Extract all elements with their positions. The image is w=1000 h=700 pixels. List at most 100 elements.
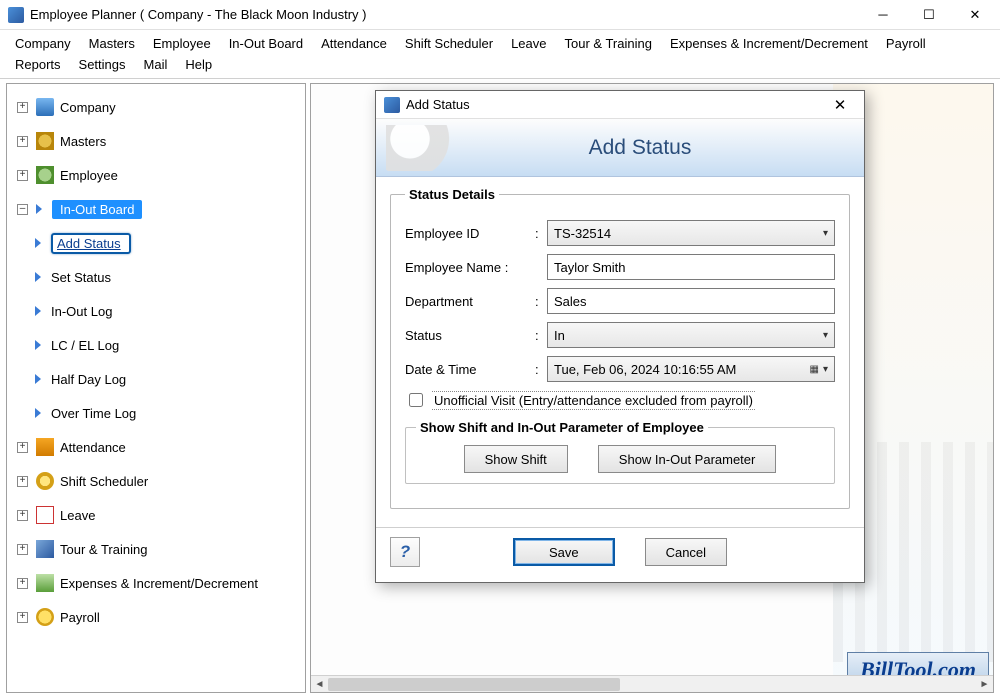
menu-masters[interactable]: Masters bbox=[80, 33, 144, 54]
maximize-button[interactable]: ☐ bbox=[906, 0, 952, 30]
save-button[interactable]: Save bbox=[513, 538, 615, 566]
tree-node-inout-log[interactable]: In-Out Log bbox=[31, 294, 301, 328]
tree-node-lc-el-log[interactable]: LC / EL Log bbox=[31, 328, 301, 362]
tree-node-inout-board[interactable]: – In-Out Board bbox=[13, 192, 301, 226]
navigation-tree: +Company + Masters + Employee – In-Out Boar… bbox=[11, 90, 301, 634]
expand-icon[interactable]: + bbox=[17, 476, 28, 487]
menu-leave[interactable]: Leave bbox=[502, 33, 555, 54]
chevron-down-icon: ▾ bbox=[823, 330, 828, 341]
menu-inout-board[interactable]: In-Out Board bbox=[220, 33, 312, 54]
menu-bar: Company Masters Employee In-Out Board At… bbox=[0, 30, 1000, 79]
status-select[interactable]: In ▾ bbox=[547, 322, 835, 348]
scroll-right-icon[interactable]: ► bbox=[976, 676, 993, 693]
fieldset-legend: Status Details bbox=[405, 187, 499, 202]
navigation-tree-panel: +Company + Masters + Employee – In-Out Boar… bbox=[6, 83, 306, 693]
dialog-title-text: Add Status bbox=[406, 97, 820, 112]
app-icon bbox=[8, 7, 24, 23]
tree-node-masters[interactable]: + Masters bbox=[13, 124, 301, 158]
employee-id-select[interactable]: TS-32514 ▾ bbox=[547, 220, 835, 246]
arrow-icon bbox=[35, 340, 41, 350]
expand-icon[interactable]: + bbox=[17, 136, 28, 147]
tree-label: Set Status bbox=[51, 270, 111, 285]
menu-employee[interactable]: Employee bbox=[144, 33, 220, 54]
close-button[interactable]: ✕ bbox=[952, 0, 998, 30]
scroll-left-icon[interactable]: ◄ bbox=[311, 676, 328, 693]
tour-icon bbox=[36, 540, 54, 558]
dialog-icon bbox=[384, 97, 400, 113]
tree-node-attendance[interactable]: + Attendance bbox=[13, 430, 301, 464]
tree-label: Employee bbox=[60, 168, 118, 183]
expand-icon[interactable]: + bbox=[17, 612, 28, 623]
horizontal-scrollbar[interactable]: ◄ ► bbox=[311, 675, 993, 692]
datetime-picker[interactable]: Tue, Feb 06, 2024 10:16:55 AM ▦▾ bbox=[547, 356, 835, 382]
menu-help[interactable]: Help bbox=[176, 54, 221, 75]
expand-icon[interactable]: + bbox=[17, 544, 28, 555]
tree-label: Half Day Log bbox=[51, 372, 126, 387]
tree-node-over-time-log[interactable]: Over Time Log bbox=[31, 396, 301, 430]
menu-reports[interactable]: Reports bbox=[6, 54, 70, 75]
tree-label-selected: In-Out Board bbox=[52, 200, 142, 219]
tree-node-tour-training[interactable]: + Tour & Training bbox=[13, 532, 301, 566]
menu-payroll[interactable]: Payroll bbox=[877, 33, 935, 54]
arrow-icon bbox=[35, 272, 41, 282]
tree-node-add-status[interactable]: Add Status bbox=[31, 226, 301, 260]
dialog-banner: Add Status bbox=[376, 119, 864, 177]
help-button[interactable]: ? bbox=[390, 537, 420, 567]
attendance-icon bbox=[36, 438, 54, 456]
leave-icon bbox=[36, 506, 54, 524]
tree-label: Payroll bbox=[60, 610, 100, 625]
dialog-close-button[interactable]: ✕ bbox=[820, 91, 860, 119]
tree-node-company[interactable]: +Company bbox=[13, 90, 301, 124]
menu-settings[interactable]: Settings bbox=[70, 54, 135, 75]
menu-company[interactable]: Company bbox=[6, 33, 80, 54]
label-datetime: Date & Time bbox=[405, 362, 535, 377]
expand-icon[interactable]: + bbox=[17, 578, 28, 589]
label-status: Status bbox=[405, 328, 535, 343]
show-shift-button[interactable]: Show Shift bbox=[464, 445, 568, 473]
menu-mail[interactable]: Mail bbox=[135, 54, 177, 75]
show-inout-parameter-button[interactable]: Show In-Out Parameter bbox=[598, 445, 777, 473]
payroll-icon bbox=[36, 608, 54, 626]
tree-label: In-Out Log bbox=[51, 304, 112, 319]
menu-tour-training[interactable]: Tour & Training bbox=[556, 33, 661, 54]
tree-label: Masters bbox=[60, 134, 106, 149]
inner-fieldset-legend: Show Shift and In-Out Parameter of Emplo… bbox=[416, 420, 708, 435]
department-input[interactable] bbox=[547, 288, 835, 314]
tree-node-expenses[interactable]: + Expenses & Increment/Decrement bbox=[13, 566, 301, 600]
unofficial-visit-checkbox[interactable] bbox=[409, 393, 423, 407]
show-shift-fieldset: Show Shift and In-Out Parameter of Emplo… bbox=[405, 420, 835, 484]
tree-node-half-day-log[interactable]: Half Day Log bbox=[31, 362, 301, 396]
arrow-icon bbox=[35, 238, 41, 248]
arrow-icon bbox=[35, 408, 41, 418]
scroll-thumb[interactable] bbox=[328, 678, 620, 691]
cancel-button[interactable]: Cancel bbox=[645, 538, 727, 566]
tree-node-employee[interactable]: + Employee bbox=[13, 158, 301, 192]
expand-icon[interactable]: + bbox=[17, 102, 28, 113]
arrow-icon bbox=[35, 374, 41, 384]
arrow-icon bbox=[36, 204, 42, 214]
label-department: Department bbox=[405, 294, 535, 309]
expand-icon[interactable]: + bbox=[17, 442, 28, 453]
label-employee-id: Employee ID bbox=[405, 226, 535, 241]
tree-label: Expenses & Increment/Decrement bbox=[60, 576, 258, 591]
menu-attendance[interactable]: Attendance bbox=[312, 33, 396, 54]
collapse-icon[interactable]: – bbox=[17, 204, 28, 215]
expand-icon[interactable]: + bbox=[17, 170, 28, 181]
tree-node-payroll[interactable]: + Payroll bbox=[13, 600, 301, 634]
tree-label: Shift Scheduler bbox=[60, 474, 148, 489]
add-status-dialog: Add Status ✕ Add Status Status Details E… bbox=[375, 90, 865, 583]
status-details-fieldset: Status Details Employee ID : TS-32514 ▾ … bbox=[390, 187, 850, 509]
menu-expenses[interactable]: Expenses & Increment/Decrement bbox=[661, 33, 877, 54]
tree-node-leave[interactable]: +Leave bbox=[13, 498, 301, 532]
menu-shift-scheduler[interactable]: Shift Scheduler bbox=[396, 33, 502, 54]
minimize-button[interactable]: ─ bbox=[860, 0, 906, 30]
datetime-value: Tue, Feb 06, 2024 10:16:55 AM bbox=[554, 362, 736, 377]
tree-node-set-status[interactable]: Set Status bbox=[31, 260, 301, 294]
expand-icon[interactable]: + bbox=[17, 510, 28, 521]
employee-name-input[interactable] bbox=[547, 254, 835, 280]
chevron-down-icon: ▾ bbox=[823, 364, 828, 375]
tree-node-shift-scheduler[interactable]: + Shift Scheduler bbox=[13, 464, 301, 498]
tree-label: Attendance bbox=[60, 440, 126, 455]
tree-label: Over Time Log bbox=[51, 406, 136, 421]
tree-label: Tour & Training bbox=[60, 542, 147, 557]
